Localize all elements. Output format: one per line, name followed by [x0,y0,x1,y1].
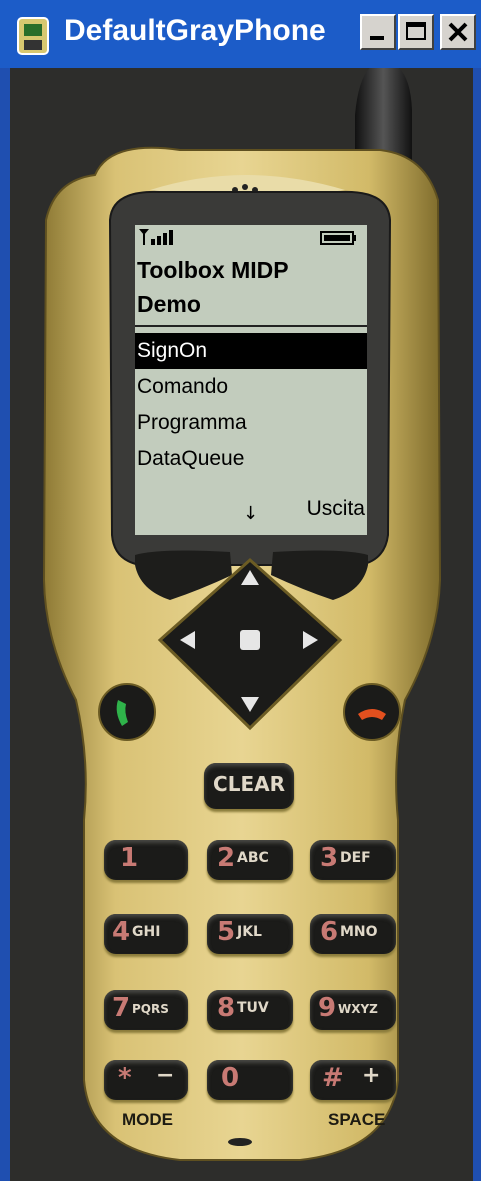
key-3-number: 3 [320,843,339,873]
menu-item-programma[interactable]: Programma [135,405,367,441]
key-6-number: 6 [320,917,339,947]
signal-icon [139,229,173,245]
title-bar[interactable]: DefaultGrayPhone [0,0,481,68]
key-6-letters: MNO [340,924,378,940]
key-3-letters: DEF [340,850,371,866]
key-9-number: 9 [318,993,337,1023]
title-divider [135,325,367,327]
battery-icon [320,231,356,245]
emulator-window: DefaultGrayPhone Toolbox MIDP Demo SignO… [0,0,481,1181]
call-button[interactable] [98,683,156,741]
key-3[interactable]: 3 DEF [310,840,396,880]
mode-label: MODE [122,1110,173,1129]
menu-list: SignOn Comando Programma DataQueue [135,333,367,477]
key-5-letters: JKL [237,924,262,940]
dpad-select-button[interactable] [240,630,260,650]
maximize-icon [406,22,426,40]
key-8-number: 8 [217,993,236,1023]
minimize-button[interactable] [360,14,396,50]
status-bar [139,229,356,245]
key-6[interactable]: 6 MNO [310,914,396,954]
lcd-screen: Toolbox MIDP Demo SignOn Comando Program… [135,225,367,535]
space-label: SPACE [328,1110,386,1129]
screen-title-line2: Demo [137,291,201,317]
menu-item-dataqueue[interactable]: DataQueue [135,441,367,477]
key-0[interactable]: 0 [207,1060,293,1100]
key-8[interactable]: 8 TUV [207,990,293,1030]
key-hash-symbol: # [322,1063,344,1093]
key-7-letters: PQRS [132,1002,169,1016]
key-2-letters: ABC [237,850,269,866]
microphone [228,1138,252,1146]
key-2[interactable]: 2 ABC [207,840,293,880]
scroll-down-icon: ↓ [243,503,259,524]
minimize-icon [370,36,384,40]
soft-key-bar: ↓ Uscita [135,493,367,535]
key-1-number: 1 [120,843,139,873]
key-9[interactable]: 9 WXYZ [310,990,396,1030]
key-hash[interactable]: # + [310,1060,396,1100]
key-5[interactable]: 5 JKL [207,914,293,954]
key-4[interactable]: 4 GHI [104,914,188,954]
key-7[interactable]: 7 PQRS [104,990,188,1030]
key-7-number: 7 [112,993,131,1023]
key-4-number: 4 [112,917,131,947]
key-8-letters: TUV [237,1000,269,1016]
screen-title: Toolbox MIDP Demo [137,253,365,321]
key-hash-plus: + [362,1063,381,1088]
key-star[interactable]: * − [104,1060,188,1100]
key-star-symbol: * [118,1063,132,1093]
maximize-button[interactable] [398,14,434,50]
key-9-letters: WXYZ [338,1002,378,1016]
menu-item-signon[interactable]: SignOn [135,333,367,369]
clear-label: CLEAR [213,772,285,796]
key-4-letters: GHI [132,924,161,940]
window-title: DefaultGrayPhone [64,14,326,47]
phone-app-icon [17,17,49,55]
key-1[interactable]: 1 [104,840,188,880]
softkey-exit-label[interactable]: Uscita [307,497,365,521]
close-button[interactable] [440,14,476,50]
screen-title-line1: Toolbox MIDP [137,257,289,283]
key-2-number: 2 [217,843,236,873]
key-5-number: 5 [217,917,236,947]
key-star-minus: − [156,1063,175,1088]
menu-item-comando[interactable]: Comando [135,369,367,405]
close-icon [448,22,468,42]
key-0-number: 0 [221,1063,240,1093]
clear-button[interactable]: CLEAR [204,763,294,809]
